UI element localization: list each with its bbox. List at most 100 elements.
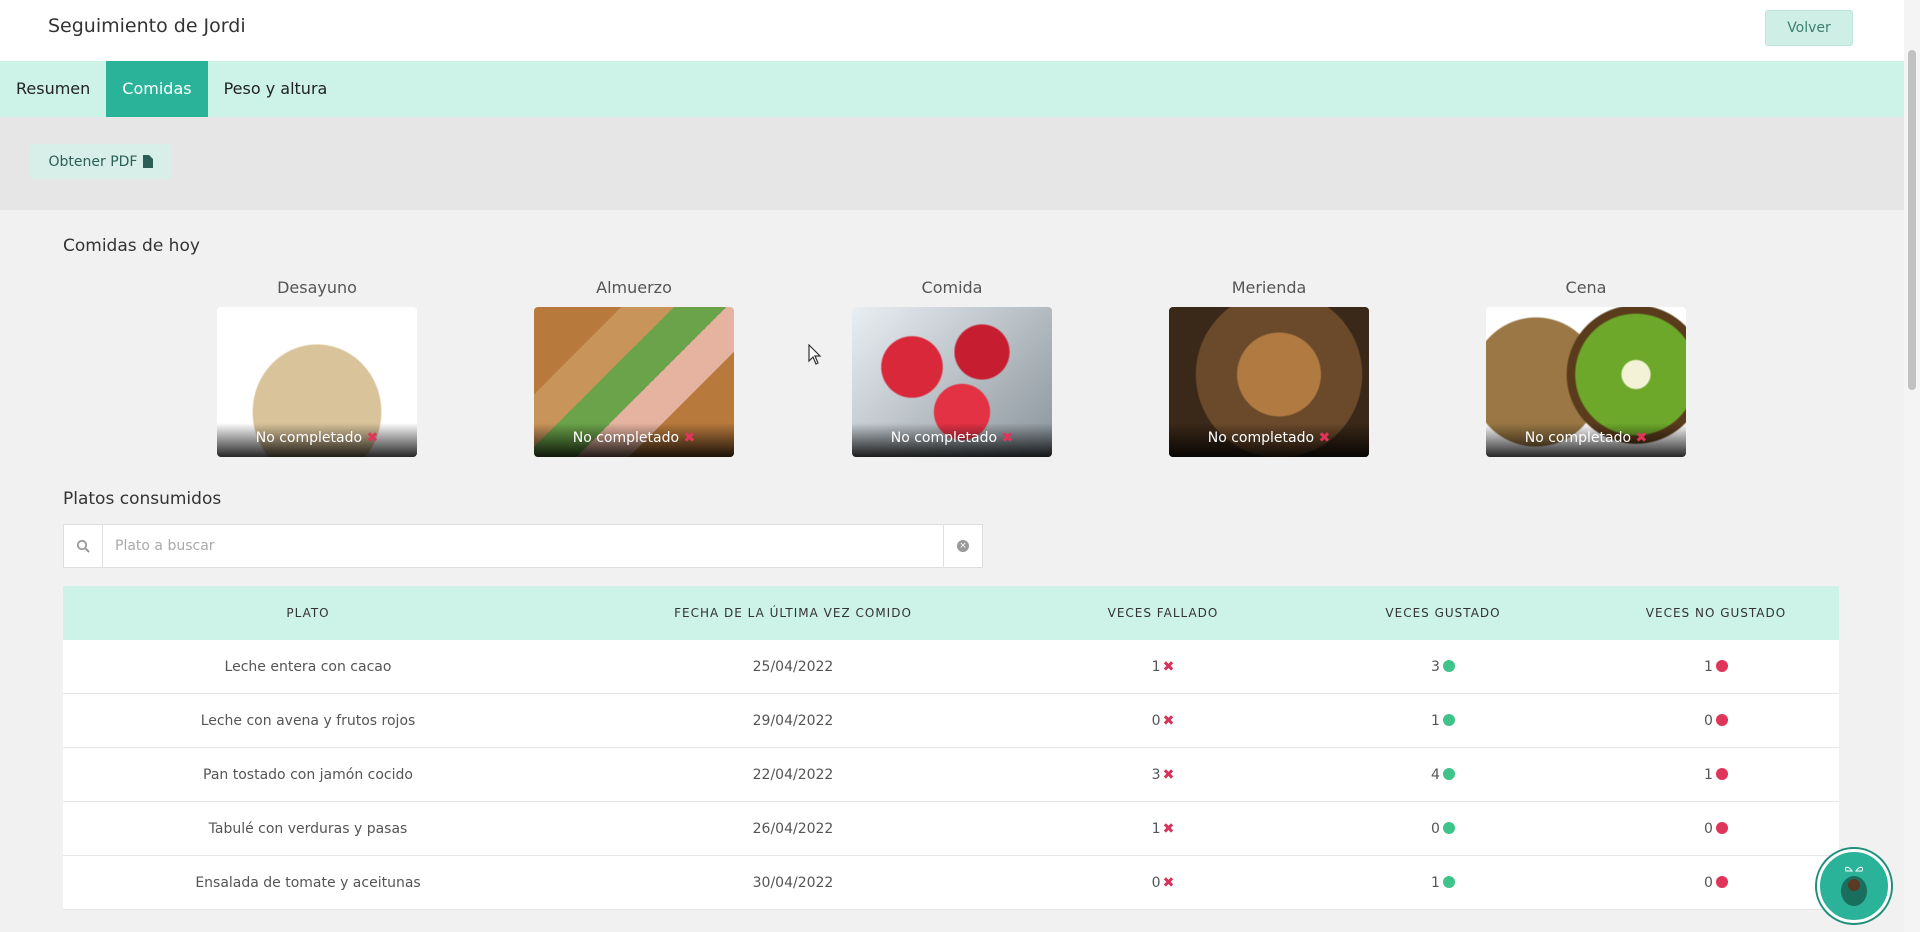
- cell-no-gustado: 1: [1593, 659, 1839, 675]
- meal-card-cena[interactable]: Cena No completado ✖: [1486, 278, 1686, 457]
- meal-status: No completado ✖: [852, 423, 1052, 457]
- smile-icon: [1442, 821, 1455, 834]
- meal-label: Comida: [921, 278, 983, 297]
- page-scrollbar[interactable]: [1904, 0, 1920, 932]
- cell-fecha: 25/04/2022: [752, 658, 834, 675]
- meal-label: Almuerzo: [596, 278, 672, 297]
- cell-no-gustado: 0: [1593, 821, 1839, 837]
- cell-plato: Ensalada de tomate y aceitunas: [195, 874, 421, 891]
- cell-plato: Leche entera con cacao: [224, 658, 392, 675]
- smile-icon: [1442, 659, 1455, 672]
- top-bar: Seguimiento de Jordi Volver: [0, 0, 1904, 62]
- avocado-mascot-icon: [1841, 866, 1867, 906]
- cell-fecha: 22/04/2022: [752, 766, 834, 783]
- not-completed-icon: ✖: [1001, 430, 1014, 446]
- cell-no-gustado: 0: [1593, 713, 1839, 729]
- file-pdf-icon: [143, 155, 154, 168]
- scrollbar-thumb[interactable]: [1908, 50, 1916, 390]
- cell-plato: Pan tostado con jamón cocido: [203, 766, 413, 783]
- cell-gustado: 4: [1293, 767, 1593, 783]
- cell-gustado: 1: [1293, 875, 1593, 891]
- cell-fallado: 1 ✖: [1151, 820, 1175, 837]
- mouse-cursor-icon: [808, 343, 822, 370]
- missed-icon: ✖: [1162, 712, 1175, 729]
- page-title: Seguimiento de Jordi: [48, 15, 246, 37]
- get-pdf-button[interactable]: Obtener PDF: [30, 144, 172, 179]
- cell-fecha: 26/04/2022: [752, 820, 834, 837]
- cell-fallado: 0 ✖: [1151, 874, 1175, 891]
- cell-fecha: 29/04/2022: [752, 712, 834, 729]
- meal-card-desayuno[interactable]: Desayuno No completado ✖: [217, 278, 417, 457]
- meal-label: Merienda: [1231, 278, 1307, 297]
- cell-no-gustado: 0: [1593, 875, 1839, 891]
- cell-gustado: 3: [1293, 659, 1593, 675]
- cell-plato: Leche con avena y frutos rojos: [200, 712, 416, 729]
- missed-icon: ✖: [1162, 766, 1175, 783]
- tab-peso-y-altura[interactable]: Peso y altura: [208, 61, 344, 117]
- frown-icon: [1715, 659, 1728, 672]
- frown-icon: [1715, 875, 1728, 888]
- meal-card-almuerzo[interactable]: Almuerzo No completado ✖: [534, 278, 734, 457]
- smile-icon: [1442, 767, 1455, 780]
- get-pdf-label: Obtener PDF: [48, 153, 138, 170]
- smile-icon: [1442, 713, 1455, 726]
- column-header-fallado[interactable]: VECES FALLADO: [1033, 606, 1293, 620]
- column-header-plato[interactable]: PLATO: [63, 606, 553, 620]
- frown-icon: [1715, 767, 1728, 780]
- toolbar: Obtener PDF: [0, 117, 1904, 210]
- table-row: Leche entera con cacao 25/04/2022 1 ✖ 3 1: [63, 640, 1839, 694]
- cell-gustado: 0: [1293, 821, 1593, 837]
- sandwich-image: No completado ✖: [534, 307, 734, 457]
- missed-icon: ✖: [1162, 874, 1175, 891]
- tab-comidas[interactable]: Comidas: [106, 61, 208, 117]
- cell-no-gustado: 1: [1593, 767, 1839, 783]
- back-button[interactable]: Volver: [1765, 10, 1853, 46]
- cell-fecha: 30/04/2022: [752, 874, 834, 891]
- not-completed-icon: ✖: [1635, 430, 1648, 446]
- table-header: PLATO FECHA DE LA ÚLTIMA VEZ COMIDO VECE…: [63, 586, 1839, 640]
- meal-card-merienda[interactable]: Merienda No completado ✖: [1169, 278, 1369, 457]
- clear-search-button[interactable]: ×: [943, 525, 982, 567]
- meal-status: No completado ✖: [217, 423, 417, 457]
- strawberries-image: No completado ✖: [852, 307, 1052, 457]
- table-row: Pan tostado con jamón cocido 22/04/2022 …: [63, 748, 1839, 802]
- not-completed-icon: ✖: [1318, 430, 1331, 446]
- clear-icon: ×: [957, 540, 969, 552]
- oats-image: No completado ✖: [217, 307, 417, 457]
- smile-icon: [1442, 875, 1455, 888]
- cell-fallado: 3 ✖: [1151, 766, 1175, 783]
- meal-status: No completado ✖: [534, 423, 734, 457]
- table-row: Ensalada de tomate y aceitunas 30/04/202…: [63, 856, 1839, 910]
- column-header-fecha[interactable]: FECHA DE LA ÚLTIMA VEZ COMIDO: [553, 606, 1033, 620]
- meal-card-comida[interactable]: Comida No completado ✖: [852, 278, 1052, 457]
- cell-gustado: 1: [1293, 713, 1593, 729]
- tab-resumen[interactable]: Resumen: [0, 61, 106, 117]
- column-header-no-gustado[interactable]: VECES NO GUSTADO: [1593, 606, 1839, 620]
- table-row: Tabulé con verduras y pasas 26/04/2022 1…: [63, 802, 1839, 856]
- meal-status: No completado ✖: [1486, 423, 1686, 457]
- frown-icon: [1715, 821, 1728, 834]
- dishes-table: PLATO FECHA DE LA ÚLTIMA VEZ COMIDO VECE…: [63, 586, 1839, 910]
- search-input[interactable]: [103, 525, 943, 567]
- nuts-image: No completado ✖: [1169, 307, 1369, 457]
- column-header-gustado[interactable]: VECES GUSTADO: [1293, 606, 1593, 620]
- cell-fallado: 0 ✖: [1151, 712, 1175, 729]
- meal-label: Cena: [1565, 278, 1607, 297]
- tab-bar: Resumen Comidas Peso y altura: [0, 61, 1904, 117]
- meal-label: Desayuno: [277, 278, 357, 297]
- consumed-dishes-title: Platos consumidos: [63, 489, 222, 509]
- search-icon: [64, 525, 103, 567]
- table-row: Leche con avena y frutos rojos 29/04/202…: [63, 694, 1839, 748]
- missed-icon: ✖: [1162, 820, 1175, 837]
- assistant-avatar-button[interactable]: [1817, 849, 1891, 923]
- todays-meals-title: Comidas de hoy: [63, 236, 200, 256]
- cell-plato: Tabulé con verduras y pasas: [208, 820, 408, 837]
- kiwi-image: No completado ✖: [1486, 307, 1686, 457]
- cell-fallado: 1 ✖: [1151, 658, 1175, 675]
- dish-search: ×: [63, 524, 983, 568]
- meal-status: No completado ✖: [1169, 423, 1369, 457]
- frown-icon: [1715, 713, 1728, 726]
- not-completed-icon: ✖: [366, 430, 379, 446]
- missed-icon: ✖: [1162, 658, 1175, 675]
- not-completed-icon: ✖: [683, 430, 696, 446]
